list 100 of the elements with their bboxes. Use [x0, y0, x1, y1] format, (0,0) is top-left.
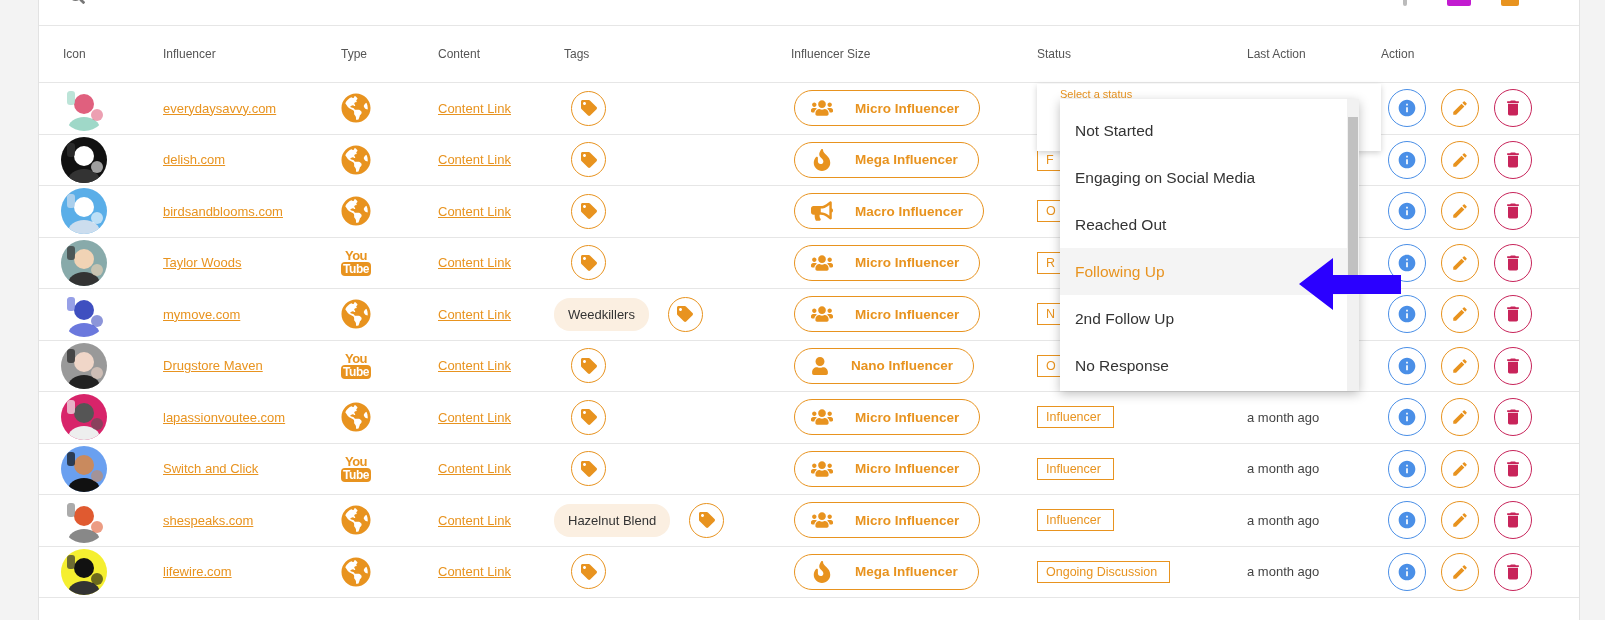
scrollbar[interactable]: [1347, 99, 1359, 391]
last-action-time: a month ago: [1247, 461, 1320, 477]
influencer-link[interactable]: shespeaks.com: [163, 512, 254, 528]
tag-button[interactable]: [571, 245, 606, 281]
delete-button[interactable]: [1494, 295, 1532, 334]
delete-button[interactable]: [1494, 140, 1532, 179]
edit-button[interactable]: [1441, 501, 1479, 540]
pencil-icon: [1451, 99, 1469, 118]
edit-button[interactable]: [1441, 295, 1479, 334]
influencer-link[interactable]: delish.com: [163, 152, 226, 168]
influencer-link[interactable]: Switch and Click: [163, 461, 259, 477]
delete-button[interactable]: [1494, 552, 1532, 591]
globe-icon: [341, 402, 371, 433]
content-link[interactable]: Content Link: [438, 255, 511, 271]
megaphone-icon: [811, 200, 833, 223]
tag-chip: Weedkillers: [554, 297, 649, 331]
info-button[interactable]: [1388, 243, 1426, 282]
tag-button[interactable]: [571, 451, 606, 487]
content-link[interactable]: Content Link: [438, 564, 511, 580]
delete-button[interactable]: [1494, 501, 1532, 540]
column-header: Status: [1037, 47, 1073, 61]
edit-button[interactable]: [1441, 398, 1479, 437]
tag-icon: [580, 151, 597, 168]
edit-button[interactable]: [1441, 346, 1479, 385]
select-label: Select a status: [1060, 88, 1133, 100]
video-logo: You Tube: [341, 352, 371, 380]
status-tag: Influencer: [1037, 457, 1114, 480]
delete-button[interactable]: [1494, 346, 1532, 385]
status-option[interactable]: Not Started: [1075, 121, 1154, 140]
info-icon: [1397, 407, 1417, 428]
video-logo: You Tube: [341, 249, 371, 277]
globe-icon: [341, 299, 371, 330]
content-link[interactable]: Content Link: [438, 100, 511, 116]
delete-button[interactable]: [1494, 449, 1532, 488]
delete-button[interactable]: [1494, 89, 1532, 128]
globe-icon: [341, 93, 371, 124]
content-link[interactable]: Content Link: [438, 358, 511, 374]
delete-button[interactable]: [1494, 243, 1532, 282]
pencil-icon: [1451, 511, 1469, 530]
influencer-link[interactable]: lapassionvoutee.com: [163, 409, 286, 425]
tag-button[interactable]: [689, 502, 725, 538]
influencer-link[interactable]: birdsandblooms.com: [163, 203, 283, 219]
pencil-icon: [1451, 408, 1469, 427]
influencer-link[interactable]: everydaysavvy.com: [163, 100, 277, 116]
info-icon: [1397, 201, 1417, 222]
edit-button[interactable]: [1441, 140, 1479, 179]
tag-chip: Hazelnut Blend: [554, 503, 671, 537]
influencer-link[interactable]: mymove.com: [163, 306, 241, 322]
pencil-icon: [1451, 459, 1469, 478]
status-tag: Influencer: [1037, 406, 1114, 429]
content-link[interactable]: Content Link: [438, 512, 511, 528]
content-link[interactable]: Content Link: [438, 409, 511, 425]
delete-button[interactable]: [1494, 192, 1532, 231]
edit-button[interactable]: [1441, 449, 1479, 488]
tag-button[interactable]: [571, 90, 606, 126]
tag-button[interactable]: [571, 142, 606, 178]
tag-icon: [580, 203, 597, 220]
flame-icon: [811, 560, 833, 583]
content-link[interactable]: Content Link: [438, 306, 511, 322]
influencer-link[interactable]: Taylor Woods: [163, 255, 242, 271]
delete-button[interactable]: [1494, 398, 1532, 437]
info-icon: [1397, 304, 1417, 325]
edit-button[interactable]: [1441, 192, 1479, 231]
tag-button[interactable]: [571, 348, 606, 384]
tag-icon: [580, 100, 597, 117]
influencer-link[interactable]: lifewire.com: [163, 564, 232, 580]
tag-button[interactable]: [667, 296, 703, 332]
column-header: Action: [1381, 47, 1416, 61]
pencil-icon: [1451, 562, 1469, 581]
content-link[interactable]: Content Link: [438, 152, 511, 168]
edit-button[interactable]: [1441, 243, 1479, 282]
info-icon: [1397, 355, 1417, 376]
column-header: Last Action: [1247, 47, 1307, 61]
info-icon: [1397, 458, 1417, 479]
tag-button[interactable]: [571, 554, 606, 590]
tag-button[interactable]: [571, 399, 606, 435]
globe-icon: [341, 505, 371, 536]
toolbar-icon[interactable]: [1403, 0, 1407, 6]
tag-icon: [677, 306, 694, 323]
globe-icon: [341, 144, 371, 175]
tag-icon: [580, 254, 597, 271]
info-icon: [1397, 98, 1417, 119]
column-header: Tags: [564, 47, 591, 61]
info-icon: [1397, 252, 1417, 273]
pencil-icon: [1451, 150, 1469, 169]
video-logo: You Tube: [341, 455, 371, 483]
globe-icon: [341, 556, 371, 587]
edit-button[interactable]: [1441, 89, 1479, 128]
tag-button[interactable]: [571, 193, 606, 229]
content-link[interactable]: Content Link: [438, 461, 511, 477]
status-option[interactable]: Engaging on Social Media: [1075, 168, 1256, 187]
edit-button[interactable]: [1441, 552, 1479, 591]
pencil-icon: [1451, 253, 1469, 272]
person-icon: [811, 356, 829, 375]
last-action-time: a month ago: [1247, 409, 1320, 425]
last-action-time: a month ago: [1247, 512, 1320, 528]
tag-icon: [580, 409, 597, 426]
influencer-link[interactable]: Drugstore Maven: [163, 358, 263, 374]
content-link[interactable]: Content Link: [438, 203, 511, 219]
flame-icon: [811, 148, 833, 171]
